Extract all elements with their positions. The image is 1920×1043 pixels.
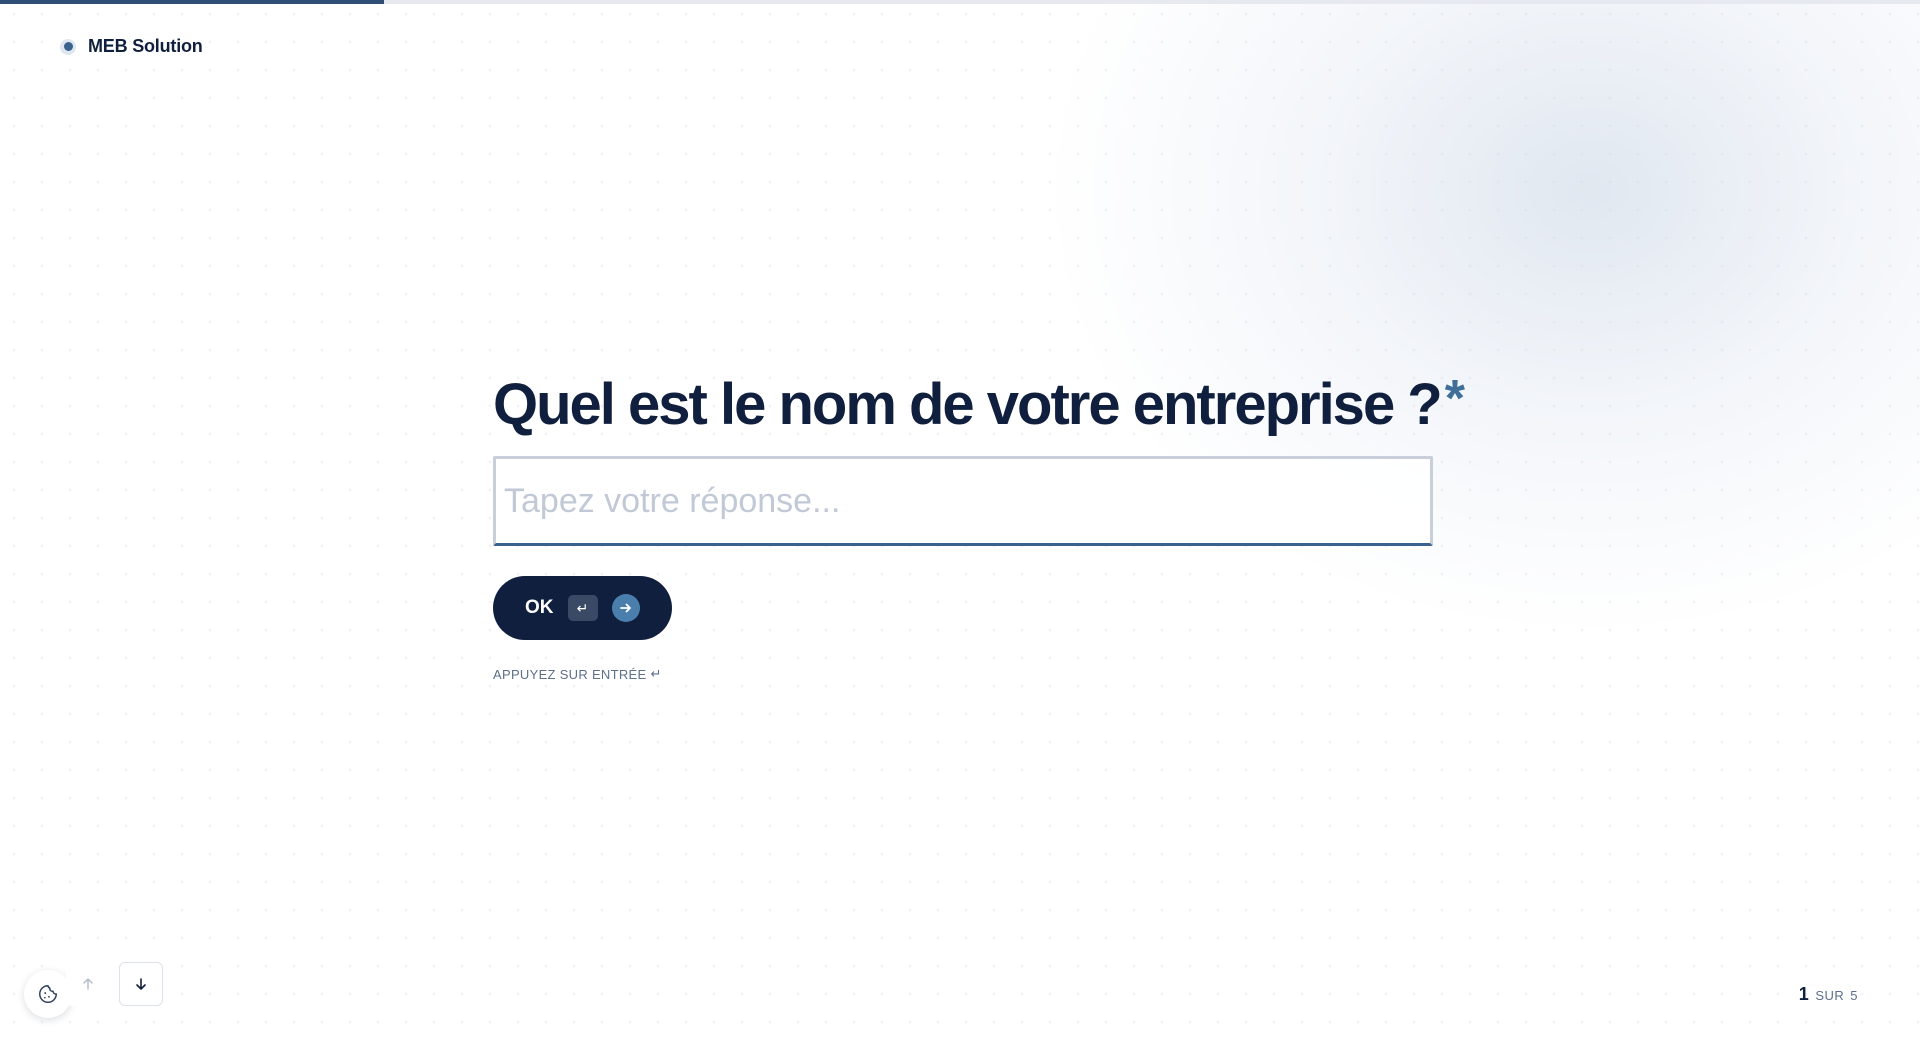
form-page: MEB Solution Quel est le nom de votre en… [0, 0, 1920, 1043]
answer-input[interactable] [493, 456, 1433, 546]
cookie-settings-button[interactable] [24, 970, 72, 1018]
cookie-icon [39, 985, 57, 1003]
question-text: Quel est le nom de votre entreprise ? [493, 372, 1443, 437]
progress-bar [0, 0, 1920, 4]
ok-button[interactable]: OK ↵ [493, 576, 672, 640]
brand: MEB Solution [60, 36, 203, 57]
ok-button-label: OK [525, 597, 554, 618]
arrow-right-icon [611, 594, 640, 622]
question-counter: 1 SUR 5 [1799, 984, 1858, 1005]
arrow-down-icon [136, 978, 146, 990]
counter-separator: SUR [1815, 988, 1845, 1003]
question-title: Quel est le nom de votre entreprise ?* [493, 364, 1465, 440]
enter-key-icon: ↵ [567, 595, 598, 621]
counter-total: 5 [1850, 988, 1858, 1003]
next-question-button[interactable] [119, 962, 163, 1006]
brand-name: MEB Solution [88, 36, 203, 56]
progress-bar-fill [0, 0, 384, 4]
brand-logo-icon [60, 38, 76, 55]
required-marker: * [1444, 370, 1465, 428]
question-block: Quel est le nom de votre entreprise ?* O… [493, 364, 1465, 682]
previous-question-button[interactable] [66, 962, 110, 1006]
enter-hint-icon: ↵ [650, 666, 662, 681]
enter-hint-text: APPUYEZ SUR ENTRÉE [493, 666, 647, 682]
enter-hint: APPUYEZ SUR ENTRÉE ↵ [493, 666, 1433, 682]
counter-current: 1 [1798, 984, 1810, 1004]
arrow-up-icon [83, 978, 93, 990]
